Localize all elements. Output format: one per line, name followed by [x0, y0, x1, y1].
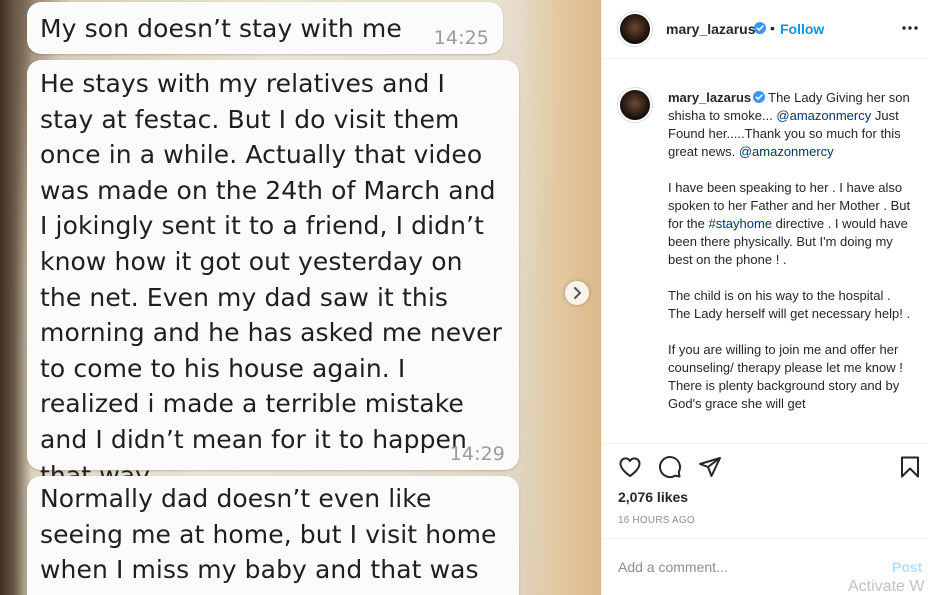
caption-text: If you are willing to join me and offer … [668, 342, 903, 411]
follow-button[interactable]: Follow [780, 21, 824, 37]
heart-icon[interactable] [618, 455, 642, 479]
comment-icon[interactable] [658, 455, 682, 479]
post-actions [602, 452, 928, 484]
post-caption: mary_lazarus The Lady Giving her son shis… [668, 89, 916, 431]
chat-message-time: 14:25 [433, 27, 489, 49]
chevron-right-icon [574, 287, 581, 299]
mention-link[interactable]: @amazonmercy [776, 108, 871, 123]
post-header: mary_lazarus • Follow [602, 0, 928, 59]
post-image: My son doesn’t stay with me 14:25 He sta… [0, 0, 601, 595]
chat-bubble-3: Normally dad doesn’t even like seeing me… [27, 476, 519, 595]
chat-message-text: My son doesn’t stay with me [40, 14, 402, 43]
header-username[interactable]: mary_lazarus [666, 21, 756, 37]
chat-message-time: 14:29 [449, 443, 505, 465]
verified-badge-icon [753, 91, 766, 103]
hashtag-link[interactable]: #stayhome [708, 216, 772, 231]
caption-text: The child is on his way to the hospital … [668, 288, 911, 321]
chat-message-text: Normally dad doesn’t even like seeing me… [40, 484, 497, 585]
avatar[interactable] [618, 12, 652, 46]
verified-badge-icon [754, 22, 766, 34]
chat-message-text: He stays with my relatives and I stay at… [40, 69, 503, 490]
more-horizontal-icon[interactable] [902, 25, 918, 31]
bookmark-icon[interactable] [898, 455, 922, 479]
next-image-button[interactable] [565, 281, 589, 305]
chat-bubble-2: He stays with my relatives and I stay at… [27, 60, 519, 490]
avatar[interactable] [618, 88, 652, 122]
post-side-panel: mary_lazarus • Follow mary_lazarus The La… [601, 0, 928, 595]
activate-windows-watermark: Activate W [848, 578, 925, 595]
mention-link[interactable]: @amazonmercy [739, 144, 834, 159]
separator-dot: • [770, 20, 775, 36]
chat-bubble-1: My son doesn’t stay with me 14:25 [27, 2, 503, 54]
post-comment-button[interactable]: Post [892, 559, 922, 575]
caption-scroll-area[interactable]: mary_lazarus The Lady Giving her son shis… [602, 60, 928, 444]
send-icon[interactable] [698, 455, 722, 479]
likes-count[interactable]: 2,076 likes [618, 489, 688, 505]
post-timestamp[interactable]: 16 HOURS AGO [618, 515, 695, 526]
comment-input[interactable] [618, 556, 878, 578]
caption-username[interactable]: mary_lazarus [668, 90, 751, 105]
